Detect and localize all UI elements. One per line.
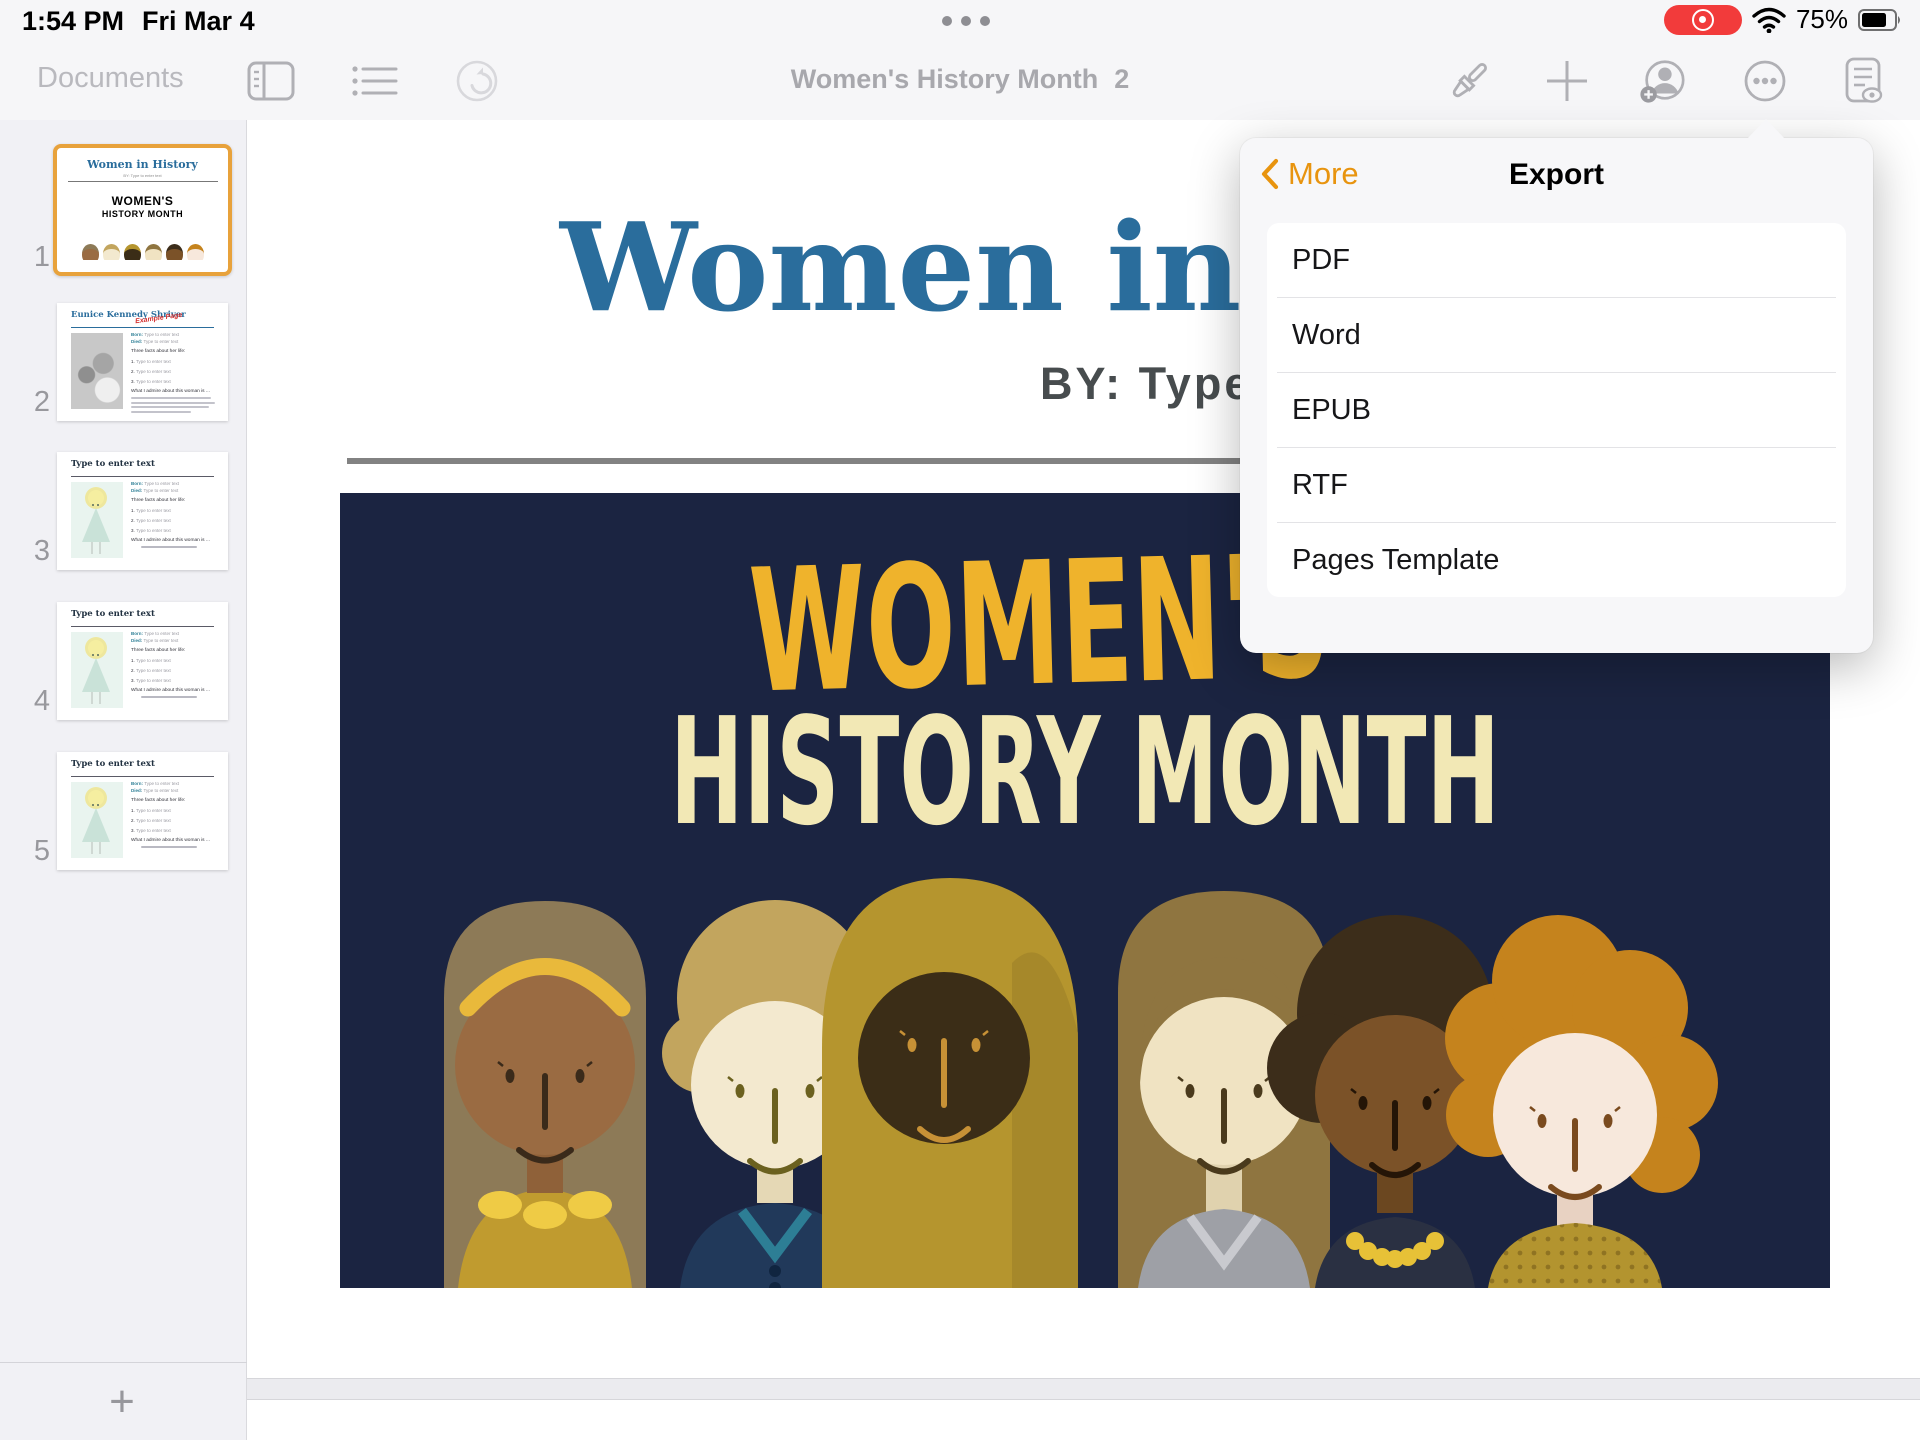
thumb1-mini-faces [67,244,218,260]
pages-app-screen: 1:54 PM Fri Mar 4 75% [0,0,1920,1440]
thumb1-banner-line1: WOMEN'S [67,194,218,208]
placeholder-figure [71,782,123,858]
thumb1-subtitle: BY: Type to enter text [57,173,228,178]
thumbnail-number: 3 [24,535,50,568]
status-time-date: 1:54 PM Fri Mar 4 [22,6,273,37]
export-options-list: PDFWordEPUBRTFPages Template [1267,223,1846,597]
collaborate-icon[interactable] [1638,58,1688,104]
thumbnail-number: 4 [24,685,50,718]
page-thumbnails-sidebar: 1 Women in History BY: Type to enter tex… [0,120,247,1440]
add-page-button[interactable]: + [84,1372,160,1432]
popover-arrow [1747,119,1785,139]
export-popover: More Export PDFWordEPUBRTFPages Template [1240,138,1873,653]
export-option-epub[interactable]: EPUB [1267,373,1846,447]
export-option-word[interactable]: Word [1267,298,1846,372]
page-thumbnail-2[interactable]: Eunice Kennedy Shriver Example Page Born… [57,303,228,421]
wifi-icon [1752,7,1786,33]
format-brush-icon[interactable] [1444,58,1494,104]
page-thumbnail-3[interactable]: Type to enter text Born: Type to enter t… [57,452,228,570]
figure-1 [444,901,646,1288]
battery-percent: 75% [1796,4,1848,35]
insert-plus-icon[interactable] [1542,58,1592,104]
placeholder-figure [71,482,123,558]
status-right-cluster: 75% [1664,4,1902,35]
sidebar-divider [0,1362,247,1363]
thumb1-banner: WOMEN'S HISTORY MONTH [67,186,218,260]
figure-3 [822,878,1078,1288]
status-date: Fri Mar 4 [142,6,255,36]
export-option-pages-template[interactable]: Pages Template [1267,523,1846,597]
thumbnail-number: 5 [24,835,50,868]
page-thumbnail-1-selected[interactable]: Women in History BY: Type to enter text … [53,144,232,276]
page-break-gap [247,1378,1920,1400]
status-bar: 1:54 PM Fri Mar 4 75% [0,0,1920,40]
screen-recording-icon[interactable] [1664,5,1742,35]
document-title: Women's History Month2 [0,64,1920,95]
top-chrome: 1:54 PM Fri Mar 4 75% [0,0,1920,120]
placeholder-figure [71,632,123,708]
toolbar: Documents [0,40,1920,120]
export-option-pdf[interactable]: PDF [1267,223,1846,297]
thumb1-title: Women in History [57,158,228,171]
illustration-line2: HISTORY MONTH [670,686,1500,858]
page-thumbnail-4[interactable]: Type to enter text Born: Type to enter t… [57,602,228,720]
thumbnail-number: 1 [24,241,50,274]
thumb2-photo [71,333,123,409]
multitask-dots-icon[interactable] [942,16,990,26]
status-time: 1:54 PM [22,6,124,36]
thumbnail-number: 2 [24,386,50,419]
thumb1-banner-line2: HISTORY MONTH [67,209,218,219]
view-mode-icon[interactable] [1838,58,1888,104]
more-ellipsis-icon[interactable] [1740,58,1790,104]
battery-icon [1858,9,1902,31]
popover-title: Export [1240,158,1873,192]
export-option-rtf[interactable]: RTF [1267,448,1846,522]
page-thumbnail-5[interactable]: Type to enter text Born: Type to enter t… [57,752,228,870]
